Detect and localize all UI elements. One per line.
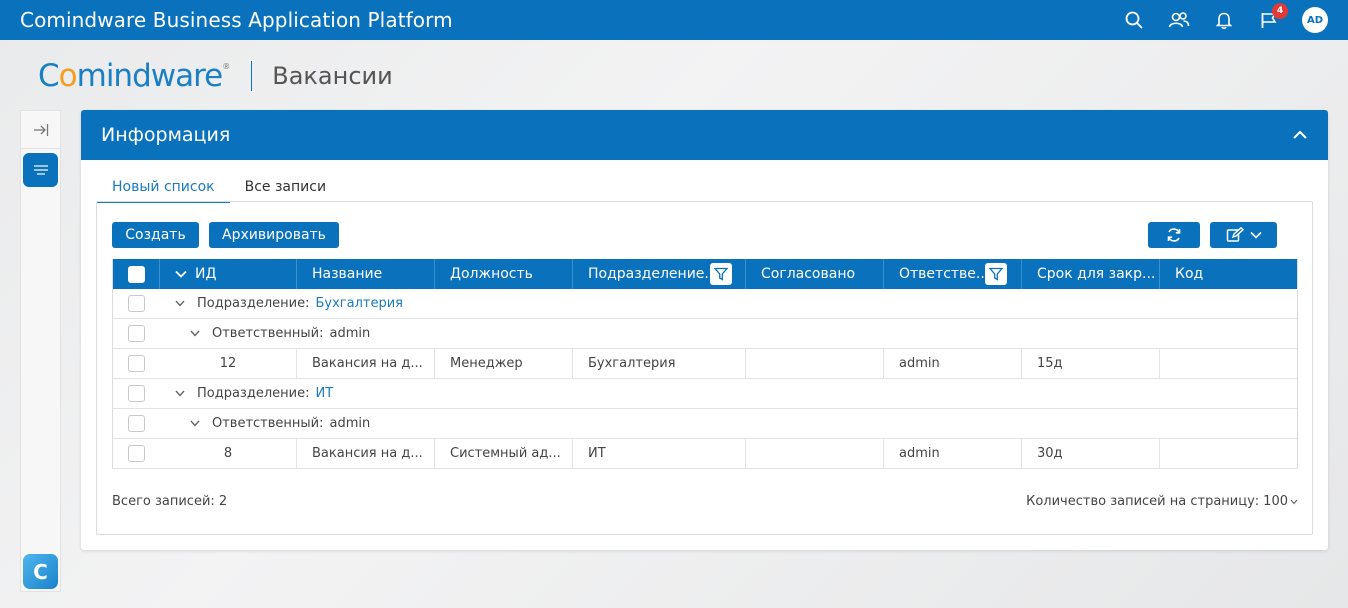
subgroup-value: admin bbox=[329, 416, 371, 431]
tab-new-list[interactable]: Новый список bbox=[97, 176, 230, 203]
cell-name: Вакансия на д... bbox=[297, 349, 435, 378]
subgroup-row-responsible[interactable]: Ответственный: admin bbox=[113, 319, 1297, 349]
group-value[interactable]: Бухгалтерия bbox=[315, 296, 403, 311]
select-all-checkbox[interactable] bbox=[128, 265, 145, 283]
chevron-down-icon bbox=[190, 420, 200, 427]
table-row[interactable]: 8 Вакансия на д... Системный ад... ИТ ad… bbox=[113, 439, 1297, 469]
notifications-badge: 4 bbox=[1272, 3, 1288, 19]
select-all-cell bbox=[113, 259, 160, 289]
chevron-down-icon bbox=[175, 300, 185, 307]
navigation-menu-button[interactable] bbox=[23, 153, 58, 187]
records-grid: ИД Название Должность Подразделение... С… bbox=[112, 259, 1298, 469]
column-name[interactable]: Название bbox=[297, 259, 435, 289]
page-header: Comindware® Вакансии bbox=[38, 54, 393, 98]
information-card: Информация Новый список Все записи Созда… bbox=[81, 110, 1328, 550]
cell-id[interactable]: 12 bbox=[160, 349, 297, 378]
column-position[interactable]: Должность bbox=[435, 259, 573, 289]
grid-header: ИД Название Должность Подразделение... С… bbox=[113, 259, 1297, 289]
avatar[interactable]: AD bbox=[1302, 7, 1328, 33]
flag-icon[interactable]: 4 bbox=[1258, 3, 1288, 31]
column-id[interactable]: ИД bbox=[160, 259, 297, 289]
header-divider bbox=[251, 61, 253, 91]
chevron-down-icon bbox=[1249, 231, 1262, 239]
cell-department[interactable]: ИТ bbox=[573, 439, 746, 468]
chevron-down-icon bbox=[190, 330, 200, 337]
edit-menu-button[interactable] bbox=[1210, 222, 1277, 248]
menu-icon bbox=[33, 165, 48, 175]
top-bar-actions: 4 AD bbox=[1100, 0, 1328, 40]
users-icon[interactable] bbox=[1168, 9, 1190, 31]
group-field-label: Подразделение: bbox=[197, 296, 310, 311]
app-title: Comindware Business Application Platform bbox=[20, 8, 453, 32]
cell-name: Вакансия на д... bbox=[297, 439, 435, 468]
cell-responsible: admin bbox=[884, 439, 1022, 468]
card-title: Информация bbox=[101, 124, 231, 146]
top-bar: Comindware Business Application Platform… bbox=[0, 0, 1348, 40]
row-checkbox[interactable] bbox=[128, 355, 145, 372]
cell-code bbox=[1160, 349, 1297, 378]
row-checkbox[interactable] bbox=[128, 295, 145, 312]
refresh-button[interactable] bbox=[1148, 222, 1200, 248]
page-size-selector[interactable]: Количество записей на страницу: 100 bbox=[1026, 494, 1298, 509]
tab-all-records[interactable]: Все записи bbox=[230, 176, 341, 203]
comindware-logo: Comindware® bbox=[38, 58, 230, 94]
column-deadline[interactable]: Срок для закр... bbox=[1022, 259, 1160, 289]
row-checkbox[interactable] bbox=[128, 325, 145, 342]
row-checkbox[interactable] bbox=[128, 445, 145, 462]
group-row-department[interactable]: Подразделение: ИТ bbox=[113, 379, 1297, 409]
create-button[interactable]: Создать bbox=[112, 222, 199, 248]
column-responsible[interactable]: Ответстве... bbox=[884, 259, 1022, 289]
subgroup-value: admin bbox=[329, 326, 371, 341]
page-title: Вакансии bbox=[272, 62, 393, 90]
chevron-down-icon bbox=[175, 390, 185, 397]
subgroup-row-responsible[interactable]: Ответственный: admin bbox=[113, 409, 1297, 439]
row-checkbox[interactable] bbox=[128, 385, 145, 402]
subgroup-field-label: Ответственный: bbox=[212, 326, 324, 341]
cell-deadline: 30д bbox=[1022, 439, 1160, 468]
page-size-value[interactable]: 100 bbox=[1263, 494, 1288, 509]
list-panel: Создать Архивировать ИД Название Должнос… bbox=[96, 201, 1313, 535]
archive-button[interactable]: Архивировать bbox=[209, 222, 339, 248]
cell-position[interactable]: Менеджер bbox=[435, 349, 573, 378]
expand-panel-button[interactable] bbox=[21, 111, 60, 149]
filter-icon bbox=[714, 267, 728, 281]
edit-icon bbox=[1226, 227, 1244, 242]
chevron-down-icon bbox=[175, 270, 187, 278]
table-row[interactable]: 12 Вакансия на д... Менеджер Бухгалтерия… bbox=[113, 349, 1297, 379]
group-value[interactable]: ИТ bbox=[315, 386, 333, 401]
column-approved[interactable]: Согласовано bbox=[746, 259, 884, 289]
cell-department[interactable]: Бухгалтерия bbox=[573, 349, 746, 378]
comindware-c-button[interactable]: C bbox=[23, 554, 58, 589]
cell-approved bbox=[746, 349, 884, 378]
responsible-filter-button[interactable] bbox=[985, 263, 1007, 285]
cell-position[interactable]: Системный ад... bbox=[435, 439, 573, 468]
total-records: Всего записей: 2 bbox=[112, 494, 228, 509]
group-row-department[interactable]: Подразделение: Бухгалтерия bbox=[113, 289, 1297, 319]
chevron-down-icon bbox=[1290, 499, 1298, 504]
group-field-label: Подразделение: bbox=[197, 386, 310, 401]
collapse-card-button[interactable] bbox=[1292, 130, 1308, 140]
list-tabs: Новый список Все записи bbox=[97, 176, 341, 204]
refresh-icon bbox=[1167, 228, 1181, 242]
left-rail: C bbox=[20, 110, 61, 592]
column-department[interactable]: Подразделение... bbox=[573, 259, 746, 289]
chevron-up-icon bbox=[1293, 130, 1307, 139]
cell-id[interactable]: 8 bbox=[160, 439, 297, 468]
cell-code bbox=[1160, 439, 1297, 468]
page-size-label: Количество записей на страницу: bbox=[1026, 494, 1260, 509]
department-filter-button[interactable] bbox=[710, 263, 732, 285]
cell-deadline: 15д bbox=[1022, 349, 1160, 378]
column-code[interactable]: Код bbox=[1160, 259, 1297, 289]
row-checkbox[interactable] bbox=[128, 415, 145, 432]
cell-approved bbox=[746, 439, 884, 468]
subgroup-field-label: Ответственный: bbox=[212, 416, 324, 431]
filter-icon bbox=[989, 267, 1003, 281]
card-header: Информация bbox=[81, 110, 1328, 160]
arrow-to-right-icon bbox=[33, 123, 48, 136]
search-icon[interactable] bbox=[1123, 9, 1145, 31]
cell-responsible: admin bbox=[884, 349, 1022, 378]
bell-icon[interactable] bbox=[1213, 9, 1235, 31]
